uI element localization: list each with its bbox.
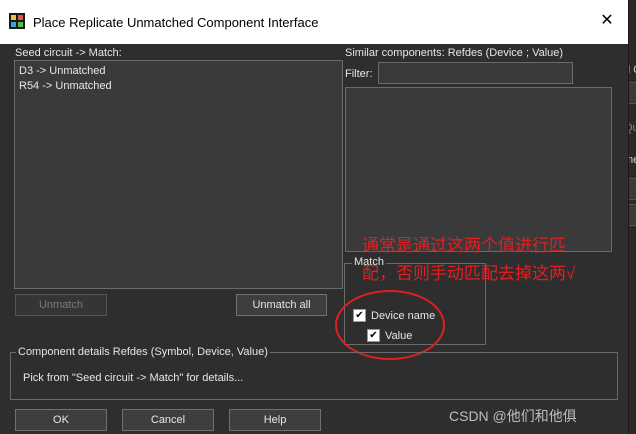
cancel-button[interactable]: Cancel — [122, 409, 214, 431]
ok-button[interactable]: OK — [15, 409, 107, 431]
list-item[interactable]: D3 -> Unmatched — [19, 65, 106, 77]
close-button[interactable]: ✕ — [598, 12, 616, 30]
similar-components-list[interactable] — [345, 87, 612, 252]
similar-components-label: Similar components: Refdes (Device ; Val… — [345, 47, 564, 59]
annotation-text-line-1: 通常是通过这两个值进行匹 — [362, 236, 566, 255]
unmatch-all-button[interactable]: Unmatch all — [236, 294, 327, 316]
watermark: CSDN @他们和他俱 — [449, 408, 577, 424]
filter-label: Filter: — [345, 68, 373, 80]
details-text: Pick from "Seed circuit -> Match" for de… — [23, 372, 244, 384]
annotation-ellipse — [335, 290, 445, 360]
help-button[interactable]: Help — [229, 409, 321, 431]
seed-circuit-list[interactable]: D3 -> Unmatched R54 -> Unmatched — [14, 60, 343, 289]
app-icon — [8, 12, 26, 30]
list-item[interactable]: R54 -> Unmatched — [19, 80, 112, 92]
window-title: Place Replicate Unmatched Component Inte… — [33, 15, 319, 30]
filter-input[interactable] — [378, 62, 573, 84]
seed-circuit-label: Seed circuit -> Match: — [15, 47, 122, 59]
annotation-text-line-2: 配，否则手动匹配去掉这两√ — [362, 264, 576, 283]
unmatch-button[interactable]: Unmatch — [15, 294, 107, 316]
details-legend: Component details Refdes (Symbol, Device… — [16, 346, 270, 358]
